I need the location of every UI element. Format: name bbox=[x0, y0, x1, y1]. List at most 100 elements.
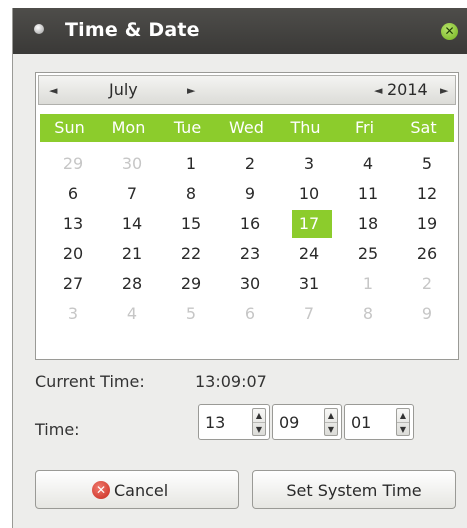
time-label: Time: bbox=[35, 420, 80, 439]
calendar-day-number: 16 bbox=[239, 214, 261, 233]
calendar-day[interactable]: 29 bbox=[44, 149, 102, 178]
next-month-icon[interactable]: ► bbox=[187, 82, 195, 100]
calendar-day-number: 9 bbox=[421, 304, 433, 323]
calendar-day[interactable]: 5 bbox=[398, 149, 456, 178]
calendar-day-selected[interactable]: 17 bbox=[280, 209, 338, 238]
seconds-up-icon[interactable]: ▲ bbox=[397, 409, 409, 422]
calendar-day[interactable]: 1 bbox=[162, 149, 220, 178]
calendar-day[interactable]: 29 bbox=[162, 269, 220, 298]
hours-spinner[interactable]: 13 ▲ ▼ bbox=[198, 404, 270, 440]
calendar-day[interactable]: 8 bbox=[162, 179, 220, 208]
calendar-day-number: 15 bbox=[180, 214, 202, 233]
calendar-day[interactable]: 28 bbox=[103, 269, 161, 298]
calendar-day[interactable]: 26 bbox=[398, 239, 456, 268]
calendar-day-number: 29 bbox=[62, 154, 84, 173]
minutes-spinner[interactable]: 09 ▲ ▼ bbox=[272, 404, 342, 440]
calendar-day-number: 7 bbox=[126, 184, 138, 203]
calendar-day[interactable]: 23 bbox=[221, 239, 279, 268]
hours-spin-buttons: ▲ ▼ bbox=[252, 408, 266, 436]
calendar-day-number: 10 bbox=[298, 184, 320, 203]
calendar-day[interactable]: 12 bbox=[398, 179, 456, 208]
calendar-day[interactable]: 22 bbox=[162, 239, 220, 268]
prev-month-icon[interactable]: ◄ bbox=[49, 82, 57, 100]
minutes-spin-buttons: ▲ ▼ bbox=[324, 408, 338, 436]
minutes-up-icon[interactable]: ▲ bbox=[325, 409, 337, 422]
calendar-day[interactable]: 4 bbox=[339, 149, 397, 178]
calendar-day[interactable]: 9 bbox=[398, 299, 456, 328]
calendar-day[interactable]: 18 bbox=[339, 209, 397, 238]
calendar-day-number: 21 bbox=[121, 244, 143, 263]
window-title: Time & Date bbox=[65, 19, 200, 41]
calendar-day-number: 17 bbox=[298, 214, 320, 233]
calendar-day-number: 13 bbox=[62, 214, 84, 233]
seconds-spinner[interactable]: 01 ▲ ▼ bbox=[344, 404, 414, 440]
calendar-day[interactable]: 11 bbox=[339, 179, 397, 208]
minutes-value[interactable]: 09 bbox=[279, 413, 299, 432]
calendar-day[interactable]: 9 bbox=[221, 179, 279, 208]
calendar-day-number: 4 bbox=[126, 304, 138, 323]
hours-down-icon[interactable]: ▼ bbox=[253, 422, 265, 436]
weekday-wed: Wed bbox=[229, 118, 264, 137]
calendar-day[interactable]: 7 bbox=[280, 299, 338, 328]
calendar-day[interactable]: 24 bbox=[280, 239, 338, 268]
current-time-label: Current Time: bbox=[35, 372, 145, 391]
calendar-day[interactable]: 30 bbox=[221, 269, 279, 298]
calendar-day[interactable]: 1 bbox=[339, 269, 397, 298]
calendar-day[interactable]: 3 bbox=[44, 299, 102, 328]
weekday-sat: Sat bbox=[410, 118, 437, 137]
set-system-time-button[interactable]: Set System Time bbox=[252, 470, 456, 509]
calendar-day[interactable]: 19 bbox=[398, 209, 456, 238]
calendar-day-number: 5 bbox=[421, 154, 433, 173]
hours-up-icon[interactable]: ▲ bbox=[253, 409, 265, 422]
calendar-day[interactable]: 4 bbox=[103, 299, 161, 328]
calendar-day[interactable]: 25 bbox=[339, 239, 397, 268]
calendar-day[interactable]: 15 bbox=[162, 209, 220, 238]
calendar-day[interactable]: 13 bbox=[44, 209, 102, 238]
window-menu-icon[interactable] bbox=[34, 24, 44, 34]
calendar-day[interactable]: 14 bbox=[103, 209, 161, 238]
cancel-button[interactable]: ✕ Cancel bbox=[35, 470, 239, 509]
calendar-day[interactable]: 30 bbox=[103, 149, 161, 178]
calendar-day-number: 31 bbox=[298, 274, 320, 293]
minutes-down-icon[interactable]: ▼ bbox=[325, 422, 337, 436]
calendar-day[interactable]: 6 bbox=[221, 299, 279, 328]
calendar-day[interactable]: 10 bbox=[280, 179, 338, 208]
calendar-day-number: 20 bbox=[62, 244, 84, 263]
calendar-day[interactable]: 2 bbox=[221, 149, 279, 178]
time-date-window: Time & Date ✕ ◄ July ► ◄ 2014 ► Sun Mon Tu… bbox=[12, 8, 467, 528]
calendar-day[interactable]: 2 bbox=[398, 269, 456, 298]
calendar-day-number: 6 bbox=[67, 184, 79, 203]
hours-value[interactable]: 13 bbox=[205, 413, 225, 432]
calendar-day-number: 6 bbox=[244, 304, 256, 323]
calendar-day-number: 23 bbox=[239, 244, 261, 263]
calendar-day-number: 1 bbox=[185, 154, 197, 173]
calendar-day-number: 2 bbox=[421, 274, 433, 293]
next-year-icon[interactable]: ► bbox=[440, 82, 448, 100]
prev-year-icon[interactable]: ◄ bbox=[374, 82, 382, 100]
calendar-day[interactable]: 6 bbox=[44, 179, 102, 208]
calendar-day-number: 5 bbox=[185, 304, 197, 323]
calendar: ◄ July ► ◄ 2014 ► Sun Mon Tue Wed Thu Fri Sat … bbox=[35, 72, 459, 360]
calendar-day[interactable]: 7 bbox=[103, 179, 161, 208]
seconds-value[interactable]: 01 bbox=[351, 413, 371, 432]
calendar-day[interactable]: 21 bbox=[103, 239, 161, 268]
calendar-day-number: 8 bbox=[185, 184, 197, 203]
seconds-down-icon[interactable]: ▼ bbox=[397, 422, 409, 436]
calendar-day-number: 8 bbox=[362, 304, 374, 323]
calendar-day[interactable]: 5 bbox=[162, 299, 220, 328]
close-icon[interactable]: ✕ bbox=[441, 23, 458, 40]
calendar-day[interactable]: 27 bbox=[44, 269, 102, 298]
weekday-sun: Sun bbox=[54, 118, 85, 137]
seconds-spin-buttons: ▲ ▼ bbox=[396, 408, 410, 436]
calendar-day-number: 30 bbox=[239, 274, 261, 293]
calendar-day[interactable]: 20 bbox=[44, 239, 102, 268]
calendar-day-number: 25 bbox=[357, 244, 379, 263]
calendar-day[interactable]: 3 bbox=[280, 149, 338, 178]
set-system-time-label: Set System Time bbox=[286, 481, 422, 500]
calendar-day[interactable]: 31 bbox=[280, 269, 338, 298]
calendar-day[interactable]: 8 bbox=[339, 299, 397, 328]
calendar-day-number: 28 bbox=[121, 274, 143, 293]
calendar-day-number: 4 bbox=[362, 154, 374, 173]
weekday-thu: Thu bbox=[290, 118, 321, 137]
calendar-day[interactable]: 16 bbox=[221, 209, 279, 238]
